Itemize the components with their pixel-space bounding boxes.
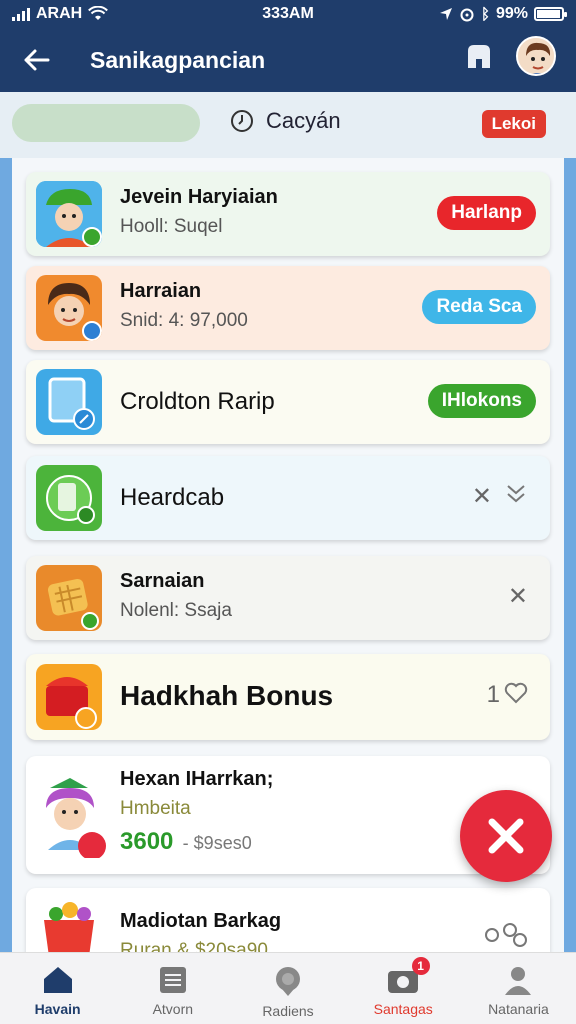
- bluetooth-icon: ᛒ: [480, 5, 490, 23]
- filter-badge[interactable]: Lekoi: [481, 110, 546, 138]
- item-subtitle: Ruran & $20sa90: [120, 940, 268, 952]
- item-title: Sarnaian: [120, 570, 205, 592]
- home-icon: [43, 967, 72, 993]
- list-item[interactable]: Madiotan Barkag Ruran & $20sa90: [26, 888, 550, 952]
- document-edit-icon: [36, 369, 102, 435]
- nav-label: Havain: [34, 1001, 81, 1017]
- item-price: 3600: [120, 828, 174, 855]
- item-price-old: - $9ses0: [182, 833, 252, 853]
- item-action-button[interactable]: IHlokons: [427, 384, 536, 418]
- back-arrow-icon: [24, 49, 50, 71]
- status-bar: ARAH 333AM ᛒ 99%: [0, 0, 576, 28]
- item-subtitle: Nolenl: Ssaja: [120, 600, 232, 621]
- store-icon[interactable]: [464, 41, 494, 71]
- nav-item-places[interactable]: Radiens: [230, 953, 345, 1024]
- page-title: Sanikagpancian: [90, 46, 266, 73]
- item-subtitle: Snid: 4: 97,000: [120, 310, 248, 331]
- list-item[interactable]: Sarnaian Nolenl: Ssaja ✕: [26, 556, 550, 640]
- nav-item-list[interactable]: Atvorn: [115, 953, 230, 1024]
- list-item[interactable]: Harraian Snid: 4: 97,000 Reda Sca: [26, 266, 550, 350]
- gift-basket-icon: [36, 898, 102, 952]
- item-title: Jevein Haryiaian: [120, 186, 278, 208]
- like-count: 1: [486, 681, 500, 708]
- nav-label: Santagas: [373, 1001, 433, 1017]
- item-title: Hadkhah Bonus: [120, 680, 334, 711]
- app-header: Sanikagpancian: [0, 28, 576, 92]
- item-subtitle: Hmbeita: [120, 798, 191, 819]
- close-icon[interactable]: ✕: [472, 482, 492, 511]
- filter-label: Cacyán: [266, 108, 341, 133]
- item-action-button[interactable]: Reda Sca: [422, 290, 536, 324]
- close-fab-button[interactable]: [460, 790, 552, 882]
- nav-label: Natanaria: [488, 1001, 549, 1017]
- notification-badge: 1: [411, 957, 430, 975]
- alarm-icon: [460, 8, 474, 22]
- filter-search-field[interactable]: [12, 104, 200, 142]
- carrier-label: ARAH: [36, 5, 83, 22]
- item-action-button[interactable]: Harlanp: [437, 196, 536, 230]
- app-thumbnail-icon: [36, 465, 102, 531]
- location-icon: [439, 8, 452, 20]
- nav-item-shop[interactable]: 1 Santagas: [346, 953, 461, 1024]
- item-price-row: 3600 - $9ses0: [120, 828, 252, 856]
- status-time: 333AM: [262, 5, 314, 22]
- nav-label: Radiens: [262, 1003, 314, 1019]
- wifi-icon: [88, 6, 109, 20]
- item-title: Madiotan Barkag: [120, 910, 282, 932]
- profile-avatar[interactable]: [516, 36, 556, 76]
- list-item[interactable]: Heardcab ✕: [26, 456, 550, 540]
- bottom-nav: Havain Atvorn Radiens 1 Santagas Natanar…: [0, 952, 576, 1024]
- item-title: Croldton Rarip: [120, 388, 275, 415]
- item-title: Hexan IHarrkan;: [120, 768, 274, 790]
- filter-sort-button[interactable]: Cacyán: [230, 108, 341, 134]
- nav-item-home[interactable]: Havain: [0, 953, 115, 1024]
- item-title: Harraian: [120, 280, 202, 302]
- share-icon[interactable]: [484, 922, 528, 952]
- character-thumbnail-icon: [36, 770, 108, 860]
- nav-item-profile[interactable]: Natanaria: [461, 953, 576, 1024]
- back-button[interactable]: [8, 32, 64, 88]
- person-icon: [505, 967, 532, 995]
- pin-icon: [276, 967, 300, 996]
- battery-percent: 99%: [495, 5, 528, 22]
- list-item[interactable]: Hadkhah Bonus 1: [26, 654, 550, 740]
- game-thumbnail-icon: [36, 565, 102, 631]
- filter-bar: Cacyán Lekoi: [0, 92, 576, 158]
- bonus-chest-icon: [36, 664, 102, 730]
- heart-icon[interactable]: [504, 682, 528, 711]
- list-item[interactable]: Jevein Haryiaian Hooll: Suqel Harlanp: [26, 172, 550, 256]
- clock-icon: [231, 110, 253, 132]
- signal-icon: [12, 7, 30, 21]
- list-icon: [159, 967, 186, 993]
- game-thumbnail-icon: [36, 275, 102, 341]
- battery-icon: [534, 7, 567, 21]
- chevron-down-icon[interactable]: [504, 480, 528, 513]
- list-item[interactable]: Croldton Rarip IHlokons: [26, 360, 550, 444]
- item-subtitle: Hooll: Suqel: [120, 216, 223, 237]
- game-thumbnail-icon: [36, 181, 102, 247]
- item-title: Heardcab: [120, 484, 225, 511]
- close-icon[interactable]: ✕: [508, 582, 528, 611]
- close-icon: [488, 818, 524, 854]
- nav-label: Atvorn: [152, 1001, 194, 1017]
